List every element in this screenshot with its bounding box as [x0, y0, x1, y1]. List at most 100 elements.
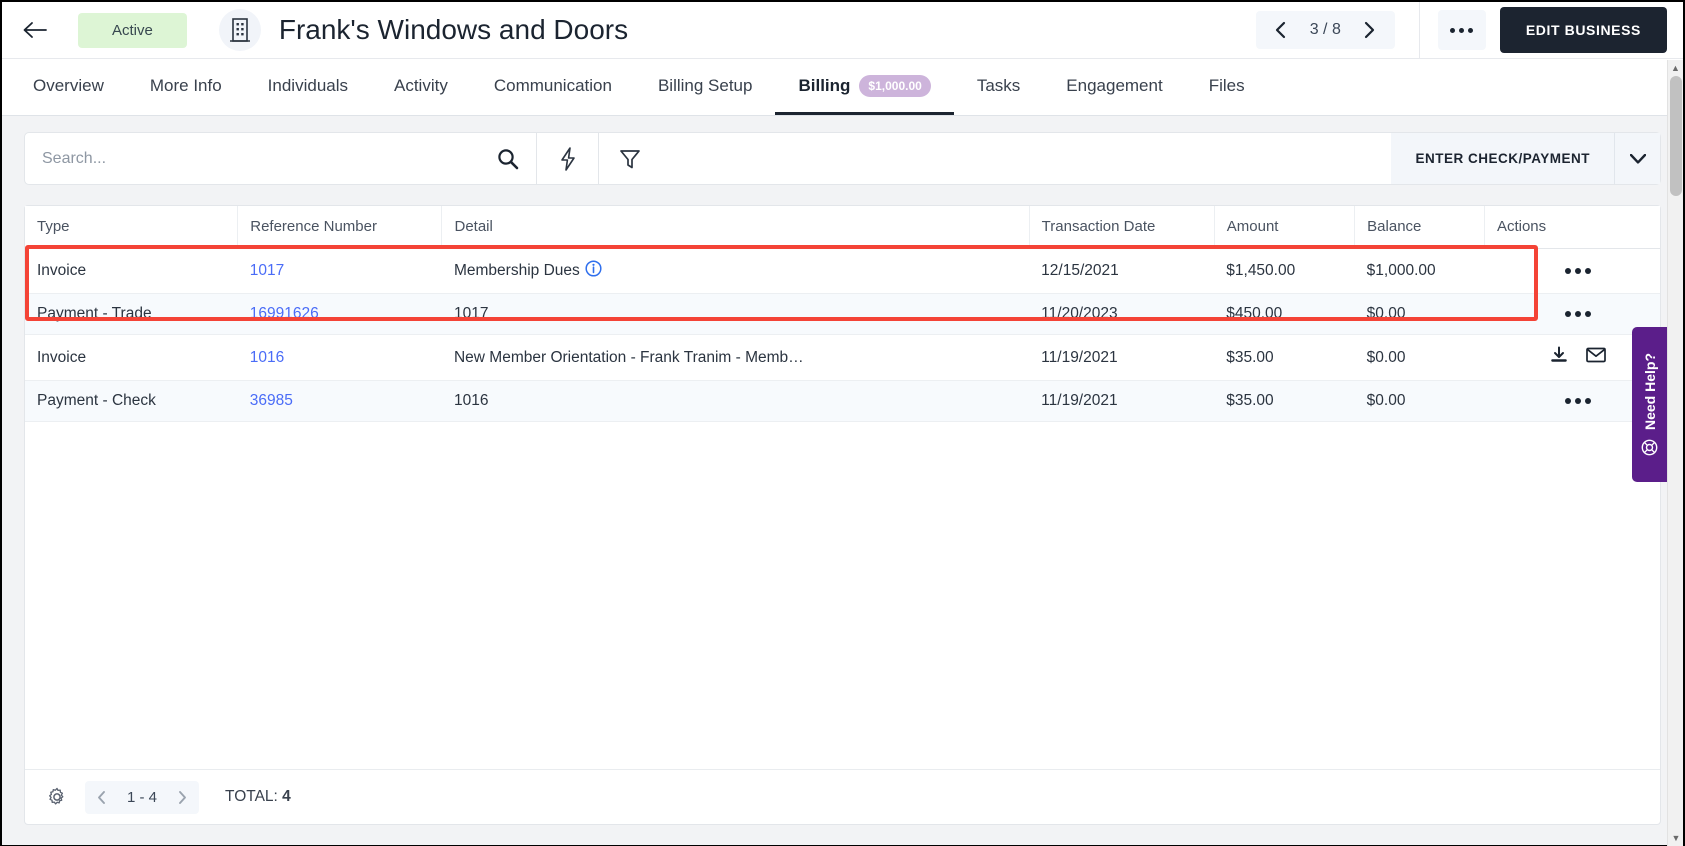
email-button[interactable]: [1586, 347, 1606, 368]
billing-amount-badge: $1,000.00: [859, 75, 930, 97]
tab-overview[interactable]: Overview: [10, 59, 127, 115]
table-pager-next-button[interactable]: [166, 781, 199, 814]
download-icon: [1550, 346, 1568, 364]
page-header: Active Frank's Windows and Doors: [2, 2, 1683, 59]
tab-billing[interactable]: Billing $1,000.00: [775, 59, 953, 115]
cell-transaction-date: 11/19/2021: [1029, 335, 1214, 381]
reference-link[interactable]: 1016: [250, 349, 284, 366]
cell-amount: $450.00: [1214, 294, 1354, 335]
cell-balance: $0.00: [1355, 294, 1485, 335]
table-toolbar: ENTER CHECK/PAYMENT: [24, 132, 1661, 185]
tab-label: Billing Setup: [658, 76, 753, 96]
enter-check-payment-button[interactable]: ENTER CHECK/PAYMENT: [1391, 133, 1614, 184]
cell-type: Invoice: [25, 249, 238, 294]
column-header-balance[interactable]: Balance: [1355, 206, 1485, 249]
reference-link[interactable]: 36985: [250, 392, 293, 409]
cell-reference-number: 36985: [238, 381, 442, 422]
cell-reference-number: 16991626: [238, 294, 442, 335]
cell-actions: [1484, 249, 1660, 294]
tab-label: Overview: [33, 76, 104, 96]
enter-check-payment-dropdown[interactable]: [1614, 133, 1660, 184]
table-settings-button[interactable]: [37, 787, 77, 807]
chevron-right-icon: [177, 790, 188, 805]
column-header-transaction-date[interactable]: Transaction Date: [1029, 206, 1214, 249]
table-footer: 1 - 4 TOTAL: 4: [25, 769, 1660, 824]
cell-type: Invoice: [25, 335, 238, 381]
detail-text: Membership Dues: [454, 262, 580, 279]
ellipsis-icon: [1565, 311, 1571, 317]
table-pager-prev-button[interactable]: [85, 781, 118, 814]
arrow-left-icon: [22, 20, 48, 40]
tab-label: Individuals: [268, 76, 348, 96]
chevron-left-icon: [96, 790, 107, 805]
cell-detail: 1017: [442, 294, 1029, 335]
header-more-button[interactable]: [1438, 10, 1486, 50]
tab-label: Tasks: [977, 76, 1020, 96]
ellipsis-icon: [1565, 268, 1571, 274]
ellipsis-icon: [1450, 28, 1455, 33]
edit-business-button[interactable]: EDIT BUSINESS: [1500, 7, 1667, 53]
scrollbar-down-arrow[interactable]: ▼: [1668, 830, 1684, 846]
table-row[interactable]: Invoice 1017 Membership Dues 12/15/2021 …: [25, 249, 1660, 294]
billing-content: ENTER CHECK/PAYMENT Type Reference Numbe…: [2, 116, 1683, 845]
cell-reference-number: 1016: [238, 335, 442, 381]
cell-type: Payment - Check: [25, 381, 238, 422]
tab-label: Engagement: [1066, 76, 1162, 96]
table-row[interactable]: Payment - Trade 16991626 1017 11/20/2023…: [25, 294, 1660, 335]
total-count: TOTAL: 4: [225, 788, 291, 806]
column-header-type[interactable]: Type: [25, 206, 238, 249]
cell-balance: $0.00: [1355, 381, 1485, 422]
need-help-label: Need Help?: [1642, 353, 1658, 430]
column-header-amount[interactable]: Amount: [1214, 206, 1354, 249]
tab-label: Files: [1209, 76, 1245, 96]
tab-billing-setup[interactable]: Billing Setup: [635, 59, 776, 115]
lifebuoy-icon: [1641, 439, 1658, 456]
table-row[interactable]: Invoice 1016 New Member Orientation - Fr…: [25, 335, 1660, 381]
tab-activity[interactable]: Activity: [371, 59, 471, 115]
table-pager-range: 1 - 4: [118, 789, 166, 806]
lightning-bolt-icon: [558, 147, 578, 171]
cell-detail: 1016: [442, 381, 1029, 422]
transactions-table: Type Reference Number Detail Transaction…: [25, 206, 1660, 422]
row-more-button[interactable]: [1565, 311, 1591, 317]
scrollbar-up-arrow[interactable]: ▲: [1668, 60, 1683, 76]
scrollbar-thumb[interactable]: [1670, 76, 1682, 196]
tab-engagement[interactable]: Engagement: [1043, 59, 1185, 115]
pager-prev-button[interactable]: [1264, 13, 1298, 47]
page-title: Frank's Windows and Doors: [279, 14, 628, 46]
cell-type: Payment - Trade: [25, 294, 238, 335]
tab-more-info[interactable]: More Info: [127, 59, 245, 115]
chevron-left-icon: [1274, 21, 1287, 39]
column-header-reference-number[interactable]: Reference Number: [238, 206, 442, 249]
vertical-scrollbar[interactable]: ▲ ▼: [1667, 60, 1683, 846]
tab-individuals[interactable]: Individuals: [245, 59, 371, 115]
tab-files[interactable]: Files: [1186, 59, 1268, 115]
row-more-button[interactable]: [1565, 398, 1591, 404]
download-button[interactable]: [1550, 346, 1568, 369]
search-button[interactable]: [480, 133, 536, 184]
info-circle-icon[interactable]: [585, 260, 602, 282]
tab-label: Billing: [798, 76, 850, 96]
pager-next-button[interactable]: [1353, 13, 1387, 47]
back-button[interactable]: [2, 2, 68, 58]
tab-communication[interactable]: Communication: [471, 59, 635, 115]
funnel-filter-icon: [619, 148, 641, 170]
reference-link[interactable]: 1017: [250, 262, 284, 279]
table-row[interactable]: Payment - Check 36985 1016 11/19/2021 $3…: [25, 381, 1660, 422]
cell-amount: $1,450.00: [1214, 249, 1354, 294]
cell-transaction-date: 11/20/2023: [1029, 294, 1214, 335]
quick-action-button[interactable]: [536, 133, 598, 184]
filter-button[interactable]: [598, 133, 660, 184]
main-tabs: Overview More Info Individuals Activity …: [2, 59, 1683, 116]
column-header-detail[interactable]: Detail: [442, 206, 1029, 249]
cell-detail: New Member Orientation - Frank Tranim - …: [442, 335, 1029, 381]
reference-link[interactable]: 16991626: [250, 305, 319, 322]
search-input[interactable]: [25, 133, 480, 184]
header-divider: [1419, 2, 1420, 58]
toolbar-right-actions: ENTER CHECK/PAYMENT: [1391, 133, 1660, 184]
cell-amount: $35.00: [1214, 335, 1354, 381]
row-more-button[interactable]: [1565, 268, 1591, 274]
need-help-tab[interactable]: Need Help?: [1632, 327, 1667, 482]
tab-tasks[interactable]: Tasks: [954, 59, 1043, 115]
building-icon: [219, 9, 261, 51]
